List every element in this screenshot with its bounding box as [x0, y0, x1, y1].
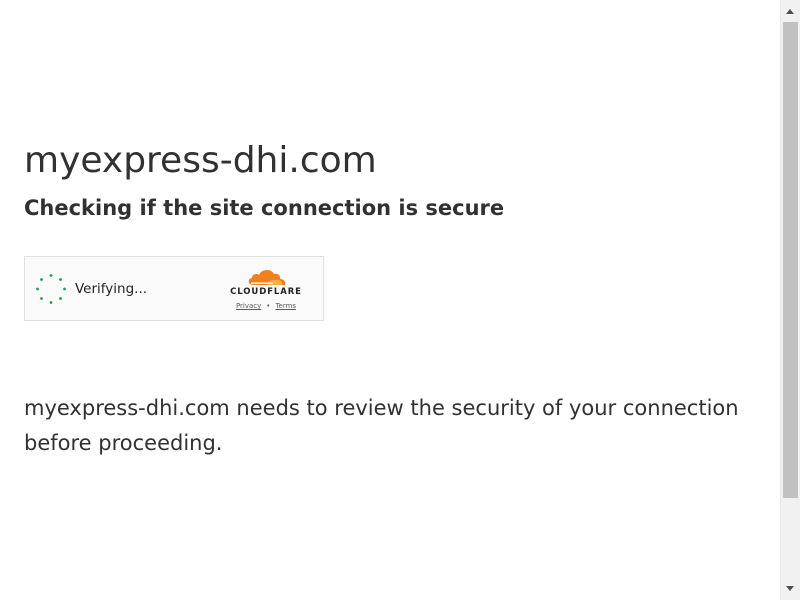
security-message: myexpress-dhi.com needs to review the se…	[24, 396, 739, 455]
cloudflare-brand: CLOUDFLARE Privacy • Terms	[225, 267, 307, 311]
verifying-status: Verifying...	[75, 281, 148, 297]
scroll-down-arrow-icon[interactable]	[786, 586, 794, 591]
cloudflare-logo-icon	[248, 269, 286, 285]
scrollbar-thumb[interactable]	[783, 22, 798, 498]
scroll-up-arrow-icon[interactable]	[786, 9, 794, 14]
cloudflare-wordmark: CLOUDFLARE	[230, 287, 302, 297]
legal-links: Privacy • Terms	[225, 302, 307, 311]
privacy-link[interactable]: Privacy	[236, 302, 261, 310]
vertical-scrollbar[interactable]	[780, 0, 800, 600]
site-title: myexpress-dhi.com	[24, 140, 377, 181]
legal-separator: •	[266, 302, 271, 310]
terms-link[interactable]: Terms	[275, 302, 296, 310]
page: myexpress-dhi.com Checking if the site c…	[0, 0, 800, 600]
verification-widget[interactable]: Verifying... CLOUDFLARE Privacy • Terms	[24, 256, 324, 321]
page-subtitle: Checking if the site connection is secur…	[24, 196, 505, 220]
spinner-icon	[36, 274, 66, 304]
